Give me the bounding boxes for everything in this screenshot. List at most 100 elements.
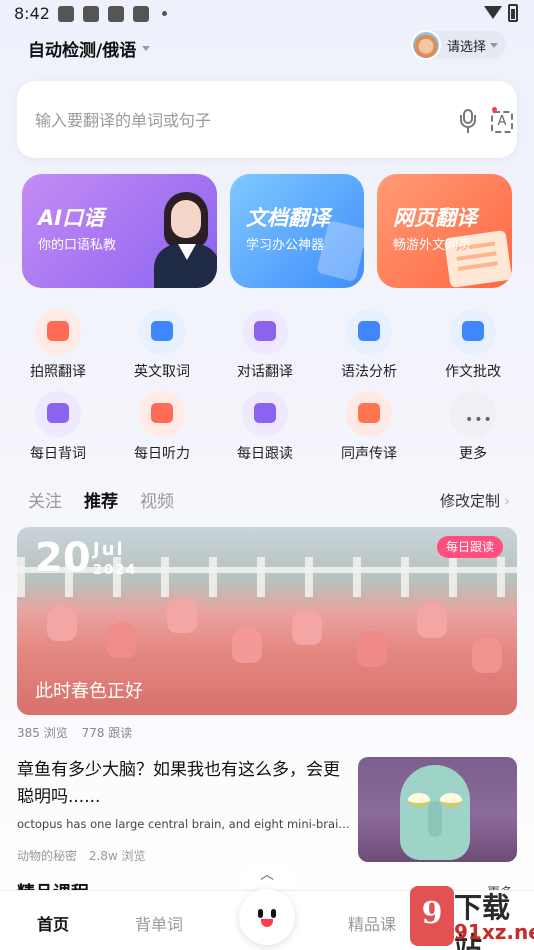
tool-label: 每日跟读 (237, 446, 293, 462)
feed-tabs: 关注 推荐 视频 (28, 487, 174, 512)
language-selector[interactable]: 自动检测/俄语 (28, 36, 151, 61)
card-subtitle: 你的口语私教 (38, 238, 117, 253)
tulip-image (167, 597, 197, 633)
tool-label: 英文取词 (134, 364, 190, 380)
nav-courses[interactable]: 精品课 (348, 911, 396, 935)
watermark-logo: 9 (410, 886, 454, 946)
daily-reading-card[interactable]: 20 Jul 2024 每日跟读 此时春色正好 (17, 527, 517, 715)
chart-icon (346, 309, 392, 355)
tool-photo-translate[interactable]: 拍照翻译 (13, 309, 103, 381)
notification-icon (83, 6, 99, 22)
chevron-down-icon (142, 46, 151, 51)
battery-icon (508, 4, 518, 22)
nav-words[interactable]: 背单词 (135, 911, 183, 935)
chevron-right-icon: › (504, 492, 511, 510)
tool-dialogue-translate[interactable]: 对话翻译 (220, 309, 310, 381)
date-month: Jul (93, 539, 125, 560)
article-thumbnail[interactable] (358, 757, 517, 862)
tool-essay-correction[interactable]: 作文批改 (428, 309, 518, 381)
card-title: 文档翻译 (246, 206, 330, 230)
daily-stats: 385 浏览 778 跟读 (17, 724, 142, 741)
tool-label: 对话翻译 (237, 364, 293, 380)
language-label: 自动检测/俄语 (28, 41, 137, 61)
tab-video[interactable]: 视频 (140, 487, 174, 512)
tool-daily-listening[interactable]: 每日听力 (117, 391, 207, 463)
notification-icon (58, 6, 74, 22)
tool-label: 语法分析 (341, 364, 397, 380)
tool-word-pick[interactable]: 英文取词 (117, 309, 207, 381)
views-count: 385 浏览 (17, 726, 68, 740)
user-selector-label: 请选择 (447, 39, 487, 55)
article-subtitle: octopus has one large central brain, and… (17, 817, 350, 831)
chat-icon (242, 309, 288, 355)
tulip-image (47, 605, 77, 641)
camera-icon (35, 309, 81, 355)
avatar (411, 30, 441, 60)
card-subtitle: 学习办公神器 (246, 238, 325, 253)
notification-icon (133, 6, 149, 22)
notification-icon (108, 6, 124, 22)
speaker-icon (346, 391, 392, 437)
tool-daily-reading[interactable]: 每日跟读 (220, 391, 310, 463)
card-subtitle: 畅游外文网页 (393, 238, 472, 253)
tutor-photo (154, 192, 217, 288)
article-source: 动物的秘密 (17, 849, 78, 863)
wifi-icon (484, 6, 502, 19)
search-input[interactable] (35, 105, 435, 135)
assistant-icon[interactable] (239, 889, 295, 945)
scan-text-icon[interactable]: A (491, 111, 513, 133)
document-translate-card[interactable]: 文档翻译 学习办公神器 (230, 174, 364, 288)
tool-daily-words[interactable]: 每日背词 (13, 391, 103, 463)
chevron-up-icon[interactable]: ︿ (238, 862, 296, 888)
cartoon-eye (440, 793, 462, 807)
tool-label: 同声传译 (341, 446, 397, 462)
site-watermark: 9 下载站 91xz.net (410, 884, 534, 950)
tulip-image (417, 602, 447, 638)
edit-icon (450, 309, 496, 355)
status-time: 8:42 (14, 4, 50, 23)
cartoon-nose (428, 801, 442, 837)
article-views: 2.8w 浏览 (88, 849, 146, 863)
fence-rail (17, 567, 517, 573)
card-title: AI口语 (38, 206, 105, 230)
tool-label: 每日背词 (30, 446, 86, 462)
chevron-down-icon (490, 42, 499, 48)
search-box: A (17, 81, 517, 158)
ai-speaking-card[interactable]: AI口语 你的口语私教 (22, 174, 217, 288)
user-selector[interactable]: 请选择 (411, 30, 506, 60)
daily-badge: 每日跟读 (437, 536, 504, 558)
tool-label: 拍照翻译 (30, 364, 86, 380)
date-day: 20 (35, 535, 91, 581)
tulip-image (292, 609, 322, 645)
tool-label: 每日听力 (134, 446, 190, 462)
mic-icon (242, 391, 288, 437)
cartoon-eye (408, 793, 430, 807)
tab-recommend[interactable]: 推荐 (84, 487, 118, 512)
watermark-url: 91xz.net (454, 920, 534, 944)
daily-caption: 此时春色正好 (35, 681, 143, 702)
nav-home[interactable]: 首页 (37, 911, 69, 935)
tulip-image (107, 622, 137, 658)
web-translate-card[interactable]: 网页翻译 畅游外文网页 (377, 174, 512, 288)
article-title[interactable]: 章鱼有多少大脑？如果我也有这么多，会更聪明吗...... (17, 757, 347, 811)
tool-simultaneous-interpretation[interactable]: 同声传译 (324, 391, 414, 463)
tulip-image (232, 627, 262, 663)
customize-feed-button[interactable]: 修改定制 › (440, 490, 510, 511)
followers-count: 778 跟读 (81, 726, 133, 740)
radio-icon (139, 391, 185, 437)
tool-label: 作文批改 (445, 364, 501, 380)
tool-label: 更多 (459, 446, 487, 462)
card-title: 网页翻译 (393, 206, 477, 230)
word-pick-icon (139, 309, 185, 355)
mic-icon[interactable] (460, 109, 476, 135)
date-year: 2024 (93, 563, 138, 578)
more-icon: ••• (450, 391, 496, 437)
tool-more[interactable]: ••• 更多 (428, 391, 518, 463)
more-notifications-icon (162, 11, 167, 16)
status-bar: 8:42 (0, 0, 534, 28)
article-meta: 动物的秘密 2.8w 浏览 (17, 847, 154, 864)
tab-follow[interactable]: 关注 (28, 487, 62, 512)
tool-grammar-analysis[interactable]: 语法分析 (324, 309, 414, 381)
tulip-image (357, 631, 387, 667)
notification-dot (492, 107, 497, 112)
